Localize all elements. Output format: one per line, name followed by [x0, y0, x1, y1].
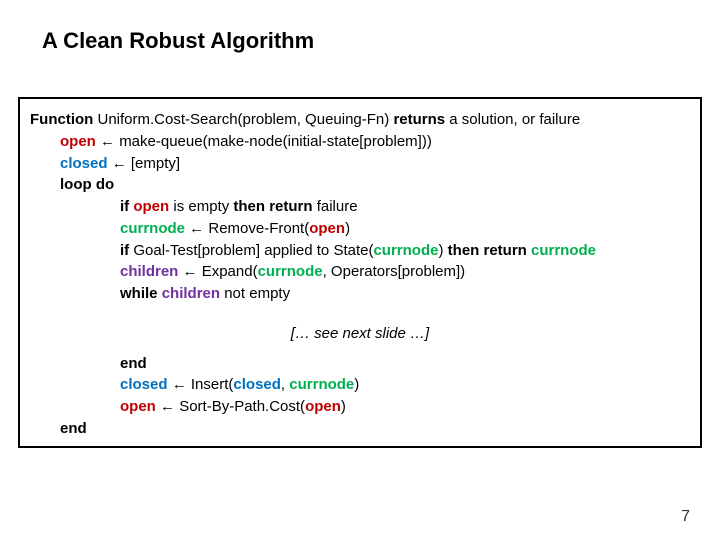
- expand-mid: , Operators[problem]): [323, 263, 466, 280]
- sym-open: open: [60, 133, 96, 150]
- fn-sig: Uniform.Cost-Search(problem, Queuing-Fn): [93, 111, 393, 128]
- sym-closed: closed: [60, 155, 108, 172]
- sym-currnode: currnode: [289, 376, 354, 393]
- arrow: ←: [156, 398, 179, 415]
- algorithm-box: Function Uniform.Cost-Search(problem, Qu…: [18, 97, 702, 448]
- kw-then-return: then return: [233, 198, 312, 215]
- paren-close: ): [345, 220, 350, 237]
- sym-open: open: [120, 398, 156, 415]
- is-empty: is empty: [169, 198, 233, 215]
- kw-if: if: [120, 198, 129, 215]
- sym-open: open: [133, 198, 169, 215]
- open-init: make-queue(make-node(initial-state[probl…: [119, 133, 432, 150]
- remove-front-pre: Remove-Front(: [208, 220, 309, 237]
- line-children-expand: children ← Expand(currnode, Operators[pr…: [120, 261, 690, 283]
- arrow: ←: [178, 263, 201, 280]
- kw-if: if: [120, 242, 129, 259]
- slide: A Clean Robust Algorithm Function Unifor…: [0, 0, 720, 540]
- paren-close: ): [354, 376, 359, 393]
- insert-pre: Insert(: [191, 376, 234, 393]
- sym-currnode: currnode: [120, 220, 185, 237]
- line-loop: loop do: [60, 174, 690, 196]
- arrow: ←: [108, 155, 131, 172]
- line-currnode-remove: currnode ← Remove-Front(open): [120, 218, 690, 240]
- kw-function: Function: [30, 111, 93, 128]
- line-end-inner: end: [120, 353, 690, 375]
- ret-tail: a solution, or failure: [445, 111, 580, 128]
- kw-then-return: then return: [448, 242, 527, 259]
- goal-pre: Goal-Test[problem] applied to State(: [129, 242, 373, 259]
- goal-post: ): [438, 242, 447, 259]
- failure: failure: [313, 198, 358, 215]
- line-fn: Function Uniform.Cost-Search(problem, Qu…: [30, 109, 690, 131]
- slide-title: A Clean Robust Algorithm: [42, 28, 314, 54]
- arrow: ←: [185, 220, 208, 237]
- line-end-outer: end: [60, 418, 690, 440]
- sym-currnode: currnode: [258, 263, 323, 280]
- sort-pre: Sort-By-Path.Cost(: [179, 398, 305, 415]
- kw-while: while: [120, 285, 158, 302]
- line-open-sort: open ← Sort-By-Path.Cost(open): [120, 396, 690, 418]
- kw-returns: returns: [393, 111, 445, 128]
- line-closed-insert: closed ← Insert(closed, currnode): [120, 374, 690, 396]
- sym-open: open: [305, 398, 341, 415]
- not-empty: not empty: [220, 285, 290, 302]
- line-if-empty: if open is empty then return failure: [120, 196, 690, 218]
- sym-closed: closed: [120, 376, 168, 393]
- paren-close: ): [341, 398, 346, 415]
- sym-currnode: currnode: [373, 242, 438, 259]
- page-number: 7: [681, 508, 690, 526]
- sym-open: open: [309, 220, 345, 237]
- arrow: ←: [168, 376, 191, 393]
- sym-currnode: currnode: [531, 242, 596, 259]
- see-next-note: [… see next slide …]: [30, 323, 690, 345]
- comma: ,: [281, 376, 289, 393]
- expand-pre: Expand(: [202, 263, 258, 280]
- arrow: ←: [96, 133, 119, 150]
- line-while: while children not empty: [120, 283, 690, 305]
- sym-children: children: [162, 285, 220, 302]
- sym-children: children: [120, 263, 178, 280]
- line-goal-test: if Goal-Test[problem] applied to State(c…: [120, 240, 690, 262]
- line-closed-init: closed ← [empty]: [60, 153, 690, 175]
- closed-init: [empty]: [131, 155, 180, 172]
- line-open-init: open ← make-queue(make-node(initial-stat…: [60, 131, 690, 153]
- sym-closed: closed: [233, 376, 281, 393]
